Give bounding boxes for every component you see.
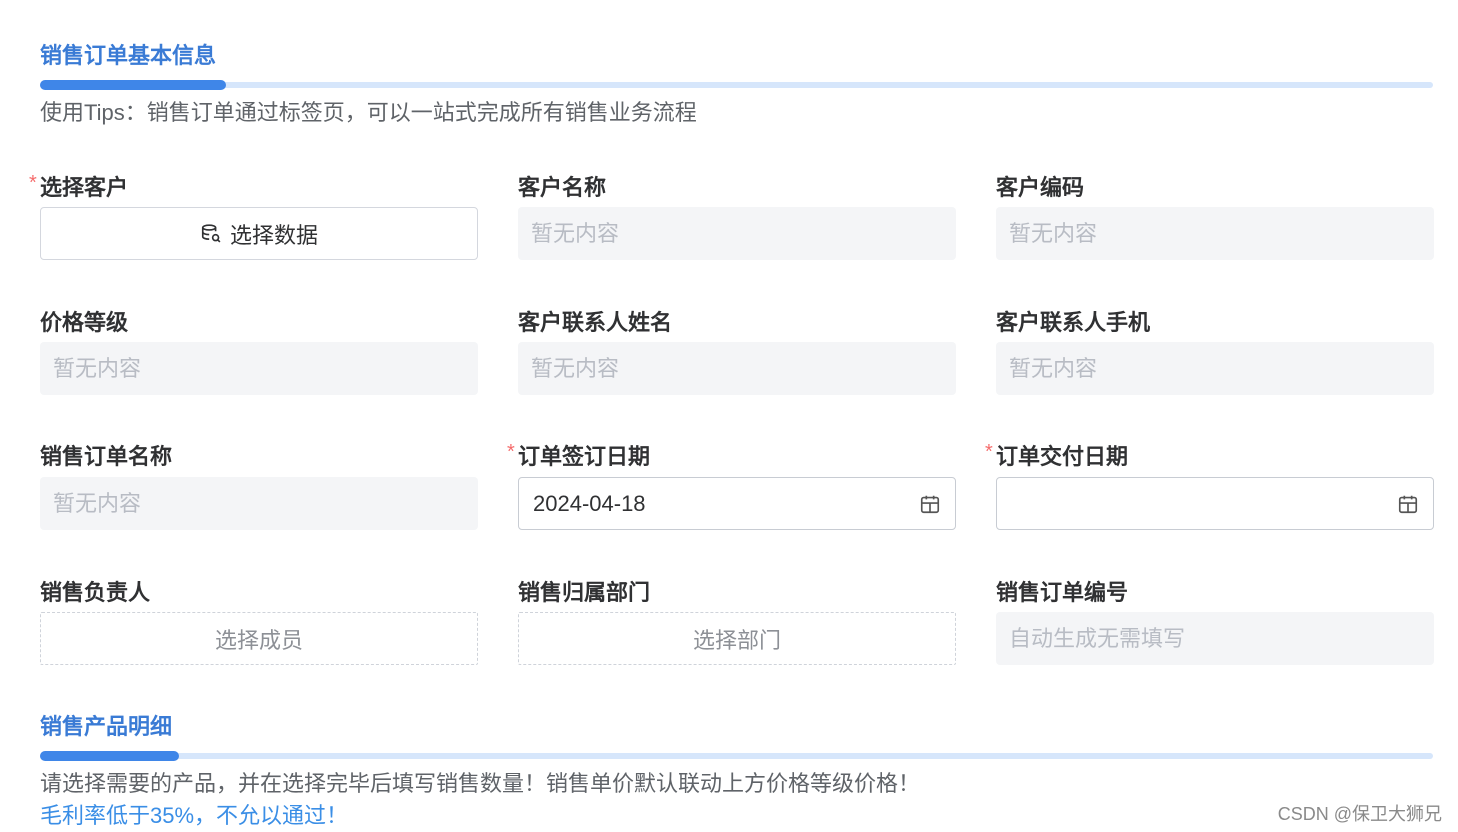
order-number-label: 销售订单编号 [996,580,1129,605]
order-name-field: 暂无内容 [40,477,478,530]
price-level-field: 暂无内容 [40,342,478,395]
margin-warning: 毛利率低于35%，不允以通过！ [40,803,349,828]
customer-code-field: 暂无内容 [996,207,1434,260]
customer-name-label: 客户名称 [518,175,607,200]
database-icon [201,223,221,243]
select-customer-label: 选择客户 [40,175,129,200]
contact-name-field: 暂无内容 [518,342,956,395]
calendar-icon[interactable] [1397,493,1419,515]
required-mark: * [507,441,515,463]
select-department-label: 选择部门 [692,627,781,653]
usage-tip: 使用Tips：销售订单通过标签页，可以一站式完成所有销售业务流程 [40,100,697,125]
select-data-button[interactable]: 选择数据 [40,207,478,260]
watermark: CSDN @保卫大狮兄 [1277,804,1442,824]
sign-date-picker[interactable]: 2024-04-18 [518,477,956,530]
sign-date-value: 2024-04-18 [533,491,646,516]
calendar-icon[interactable] [919,493,941,515]
contact-name-label: 客户联系人姓名 [518,310,673,335]
order-name-label: 销售订单名称 [40,444,173,469]
required-mark: * [29,172,37,194]
section-divider [40,80,1433,90]
required-mark: * [985,441,993,463]
select-member-label: 选择成员 [214,627,303,653]
section-divider [40,751,1433,761]
select-member-button[interactable]: 选择成员 [40,612,478,665]
section-title-product-details: 销售产品明细 [40,714,173,739]
customer-code-label: 客户编码 [996,175,1085,200]
customer-name-field: 暂无内容 [518,207,956,260]
sales-owner-label: 销售负责人 [40,580,151,605]
section-title-basic-info: 销售订单基本信息 [40,43,217,68]
contact-phone-label: 客户联系人手机 [996,310,1151,335]
product-tip: 请选择需要的产品，并在选择完毕后填写销售数量！销售单价默认联动上方价格等级价格！ [40,771,921,796]
contact-phone-field: 暂无内容 [996,342,1434,395]
sign-date-label: 订单签订日期 [518,444,651,469]
delivery-date-picker[interactable] [996,477,1434,530]
order-number-field: 自动生成无需填写 [996,612,1434,665]
delivery-date-label: 订单交付日期 [996,444,1129,469]
select-department-button[interactable]: 选择部门 [518,612,956,665]
price-level-label: 价格等级 [40,310,129,335]
department-label: 销售归属部门 [518,580,651,605]
select-data-button-label: 选择数据 [229,222,318,248]
